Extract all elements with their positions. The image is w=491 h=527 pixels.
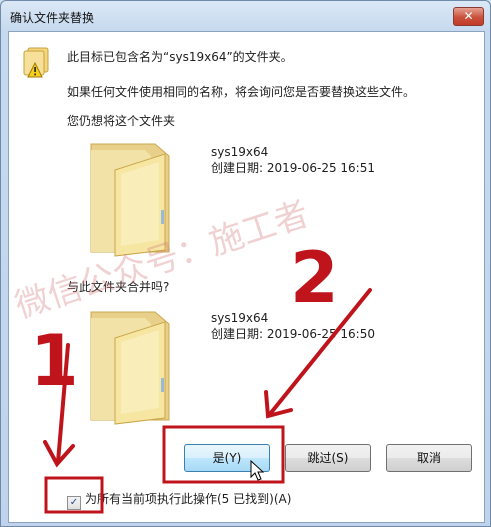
mouse-cursor-icon — [250, 460, 265, 481]
apply-to-all-checkbox[interactable]: ✓ — [67, 496, 81, 510]
message-line-4: 与此文件夹合并吗? — [67, 280, 170, 294]
window-title: 确认文件夹替换 — [10, 11, 95, 25]
source-folder-info: sys19x64 创建日期: 2019-06-25 16:51 — [211, 144, 375, 176]
apply-to-all-row[interactable]: ✓ 为所有当前项执行此操作(5 已找到)(A) — [67, 490, 291, 510]
folder-icon — [90, 311, 170, 425]
target-folder-date: 创建日期: 2019-06-25 16:50 — [211, 327, 375, 341]
folder-icon — [90, 143, 170, 257]
message-line-3: 您仍想将这个文件夹 — [67, 114, 176, 128]
source-folder-name: sys19x64 — [211, 145, 269, 159]
source-folder-date: 创建日期: 2019-06-25 16:51 — [211, 161, 375, 175]
cancel-button[interactable]: 取消 — [386, 444, 472, 472]
dialog-window: 确认文件夹替换 ✕ 此目标已包含名为“sys19x64”的文件夹。 如果任何文件… — [0, 0, 491, 527]
message-line-1: 此目标已包含名为“sys19x64”的文件夹。 — [67, 50, 293, 64]
apply-to-all-label[interactable]: 为所有当前项执行此操作(5 已找到)(A) — [85, 492, 291, 506]
target-folder-name: sys19x64 — [211, 311, 269, 325]
message-line-2: 如果任何文件使用相同的名称，将会询问您是否要替换这些文件。 — [67, 85, 416, 99]
title-bar[interactable]: 确认文件夹替换 ✕ — [1, 1, 490, 31]
warning-folders-icon — [23, 47, 49, 78]
skip-button[interactable]: 跳过(S) — [285, 444, 371, 472]
target-folder-info: sys19x64 创建日期: 2019-06-25 16:50 — [211, 310, 375, 342]
close-button[interactable]: ✕ — [453, 7, 484, 26]
dialog-content: 此目标已包含名为“sys19x64”的文件夹。 如果任何文件使用相同的名称，将会… — [8, 31, 485, 523]
